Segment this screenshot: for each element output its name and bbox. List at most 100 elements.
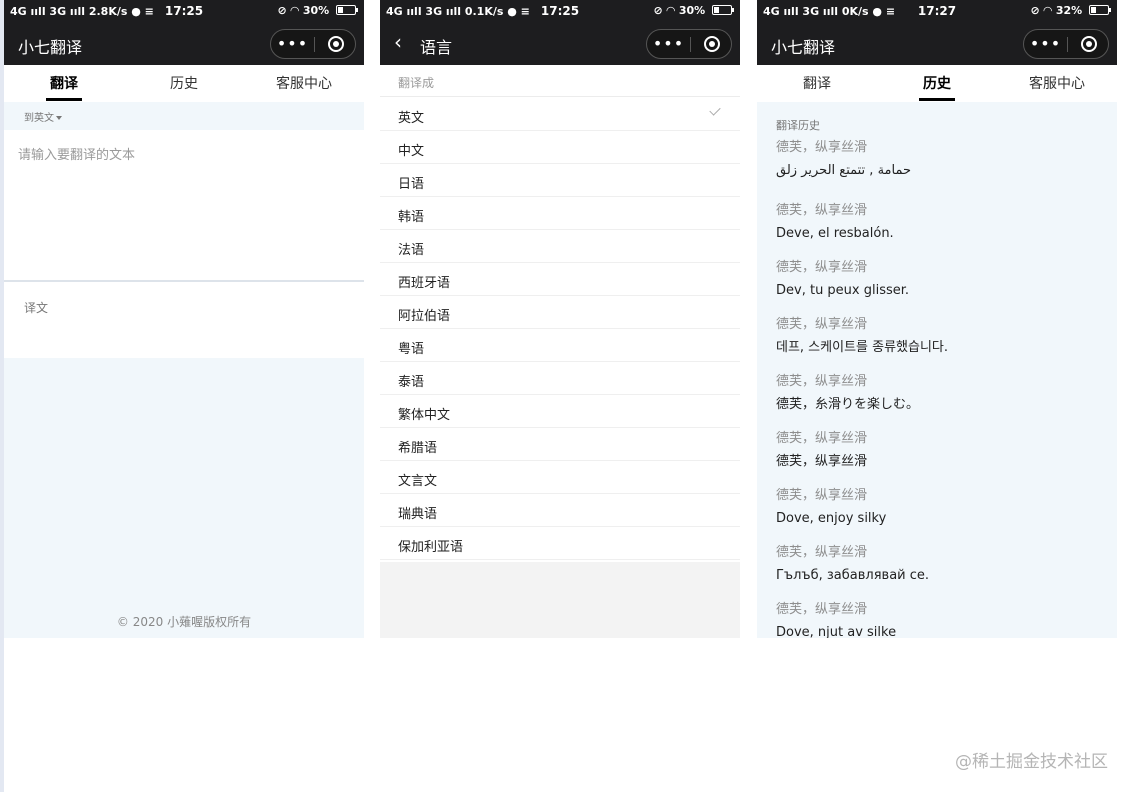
more-menu-icon[interactable]: •••: [647, 34, 690, 53]
history-source-text: 德芙，纵享丝滑: [776, 602, 868, 617]
close-mini-program-icon[interactable]: [1081, 36, 1097, 52]
language-option-label: 法语: [398, 243, 425, 258]
language-option[interactable]: 英文: [380, 98, 740, 131]
history-item[interactable]: 德芙，纵享丝滑 Dove, enjoy silky: [776, 487, 1098, 544]
nav-title: 语言: [420, 38, 453, 57]
status-bar: 4G ııll 3G ııll 0K/s ● ≡ 17:27 ⊘ ◠ 32%: [757, 0, 1117, 22]
language-option-label: 西班牙语: [398, 276, 451, 291]
battery-fill: [714, 7, 719, 13]
language-option-label: 日语: [398, 177, 425, 192]
history-source-text: 德芙，纵享丝滑: [776, 140, 868, 155]
nav-title: 小七翻译: [771, 38, 836, 57]
history-list: 翻译历史 德芙，纵享丝滑 حمامة , تتمتع الحرير زلق 德芙，纵…: [757, 102, 1117, 638]
nav-title: 小七翻译: [18, 38, 83, 57]
mini-program-capsule: •••: [646, 29, 732, 59]
capsule-divider: [1067, 37, 1068, 52]
phone-history-screen: 4G ııll 3G ııll 0K/s ● ≡ 17:27 ⊘ ◠ 32% 小…: [757, 0, 1117, 638]
battery-fill: [1091, 7, 1096, 13]
history-item[interactable]: 德芙，纵享丝滑 Гълъб, забавлявай се.: [776, 544, 1098, 601]
language-option[interactable]: 保加利亚语: [380, 527, 740, 560]
language-option[interactable]: 希腊语: [380, 428, 740, 461]
history-result-text: 데프, 스케이트를 종류했습니다.: [776, 340, 949, 355]
history-source-text: 德芙，纵享丝滑: [776, 260, 868, 275]
capsule-divider: [690, 37, 691, 52]
language-option-label: 繁体中文: [398, 408, 451, 423]
target-language-label: 到英文: [24, 113, 54, 124]
language-option-label: 阿拉伯语: [398, 309, 451, 324]
tab-customer-service[interactable]: 客服中心: [997, 73, 1117, 101]
close-mini-program-icon[interactable]: [328, 36, 344, 52]
language-list: 英文 中文日语韩语法语西班牙语阿拉伯语粤语 泰语繁体中文希腊语文言文瑞典语保加利亚语: [380, 98, 740, 560]
battery-text: 30%: [678, 4, 706, 17]
history-item[interactable]: 德芙，纵享丝滑 데프, 스케이트를 종류했습니다.: [776, 316, 1098, 373]
watermark: @稀土掘金技术社区: [955, 752, 1108, 772]
history-item[interactable]: 德芙，纵享丝滑 德芙，糸滑りを楽しむ。: [776, 373, 1098, 430]
back-chevron-icon[interactable]: ‹: [394, 32, 402, 52]
mini-program-capsule: •••: [1023, 29, 1109, 59]
tab-translate[interactable]: 翻译: [4, 73, 124, 101]
history-source-text: 德芙，纵享丝滑: [776, 431, 868, 446]
tab-active-indicator: [46, 98, 82, 101]
mute-icon: ⊘: [277, 4, 287, 17]
battery-text: 32%: [1055, 4, 1083, 17]
wifi-icon: ◠: [666, 4, 675, 17]
history-result-text: Гълъб, забавлявай се.: [776, 568, 930, 583]
language-option[interactable]: 西班牙语: [380, 263, 740, 296]
tab-history[interactable]: 历史: [124, 73, 244, 101]
phone-language-screen: 4G ııll 3G ııll 0.1K/s ● ≡ 17:25 ⊘ ◠ 30%…: [380, 0, 740, 638]
history-result-text: Dev, tu peux glisser.: [776, 283, 910, 298]
nav-bar: 小七翻译 •••: [4, 22, 364, 65]
language-option[interactable]: 中文: [380, 131, 740, 164]
history-source-text: 德芙，纵享丝滑: [776, 317, 868, 332]
history-title: 翻译历史: [776, 119, 820, 132]
language-option[interactable]: 繁体中文: [380, 395, 740, 428]
more-menu-icon[interactable]: •••: [1024, 34, 1067, 53]
mute-icon: ⊘: [1030, 4, 1040, 17]
history-item[interactable]: 德芙，纵享丝滑 德芙，纵享丝滑: [776, 430, 1098, 487]
nav-bar: 小七翻译 •••: [757, 22, 1117, 65]
tab-history[interactable]: 历史: [877, 73, 997, 101]
status-right: ⊘ ◠ 30%: [277, 4, 358, 17]
wifi-icon: ◠: [290, 4, 299, 17]
close-mini-program-icon[interactable]: [704, 36, 720, 52]
history-item[interactable]: 德芙，纵享丝滑 حمامة , تتمتع الحرير زلق: [776, 139, 1098, 202]
blank-area: [380, 562, 740, 638]
status-bar: 4G ııll 3G ııll 0.1K/s ● ≡ 17:25 ⊘ ◠ 30%: [380, 0, 740, 22]
blank-area: [4, 358, 364, 638]
tab-customer-service[interactable]: 客服中心: [244, 73, 364, 101]
target-language-selector[interactable]: 到英文: [4, 102, 364, 130]
history-item[interactable]: 德芙，纵享丝滑 Dev, tu peux glisser.: [776, 259, 1098, 316]
history-item[interactable]: 德芙，纵享丝滑 Deve, el resbalón.: [776, 202, 1098, 259]
language-option[interactable]: 阿拉伯语: [380, 296, 740, 329]
phone-translate-screen: 4G ııll 3G ııll 2.8K/s ● ≡ 17:25 ⊘ ◠ 30%…: [4, 0, 364, 638]
language-option[interactable]: 日语: [380, 164, 740, 197]
nav-bar: ‹ 语言 •••: [380, 22, 740, 65]
copyright-footer: © 2020 小薙喔版权所有: [116, 615, 252, 629]
history-source-text: 德芙，纵享丝滑: [776, 374, 868, 389]
capsule-divider: [314, 37, 315, 52]
history-source-text: 德芙，纵享丝滑: [776, 203, 868, 218]
language-option-label: 希腊语: [398, 441, 438, 456]
status-bar: 4G ııll 3G ııll 2.8K/s ● ≡ 17:25 ⊘ ◠ 30%: [4, 0, 364, 22]
mini-program-capsule: •••: [270, 29, 356, 59]
language-option[interactable]: 文言文: [380, 461, 740, 494]
language-option[interactable]: 粤语: [380, 329, 740, 362]
battery-icon: [712, 5, 734, 15]
language-option[interactable]: 泰语: [380, 362, 740, 395]
translation-output: 译文: [4, 282, 364, 358]
history-result-text: Dove, njut av silke: [776, 625, 897, 638]
language-option-label: 瑞典语: [398, 507, 438, 522]
language-option[interactable]: 瑞典语: [380, 494, 740, 527]
history-item[interactable]: 德芙，纵享丝滑 Dove, njut av silke: [776, 601, 1098, 638]
tab-translate[interactable]: 翻译: [757, 73, 877, 101]
history-source-text: 德芙，纵享丝滑: [776, 488, 868, 503]
language-option[interactable]: 法语: [380, 230, 740, 263]
source-text-input[interactable]: 请输入要翻译的文本: [4, 130, 364, 280]
section-title: 翻译成: [380, 65, 740, 97]
language-option-label: 文言文: [398, 474, 438, 489]
more-menu-icon[interactable]: •••: [271, 34, 314, 53]
mute-icon: ⊘: [653, 4, 663, 17]
language-option[interactable]: 韩语: [380, 197, 740, 230]
tab-bar: 翻译 历史 客服中心: [4, 65, 364, 102]
battery-fill: [338, 7, 343, 13]
